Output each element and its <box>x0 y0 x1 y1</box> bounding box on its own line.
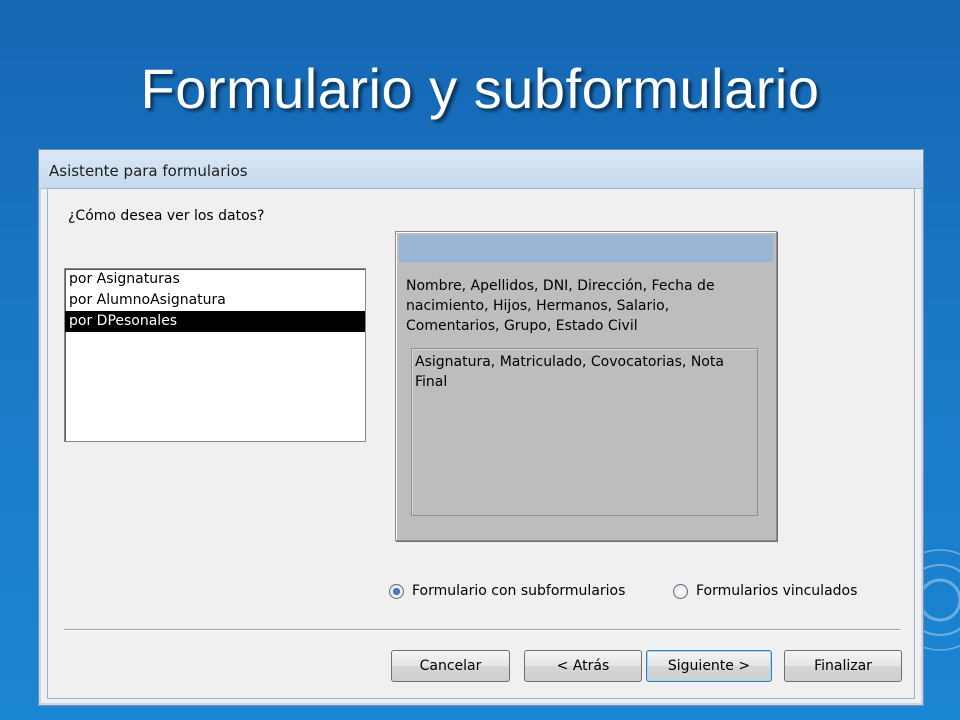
radio-subforms-label: Formulario con subformularios <box>412 583 626 599</box>
separator <box>64 629 900 631</box>
view-options-listbox[interactable]: por Asignaturas por AlumnoAsignatura por… <box>64 268 366 442</box>
radio-button[interactable] <box>673 583 688 599</box>
form-wizard-dialog: Asistente para formularios ¿Cómo desea v… <box>38 149 924 706</box>
list-item-selected[interactable]: por DPesonales <box>65 311 365 332</box>
dialog-title: Asistente para formularios <box>49 162 248 180</box>
list-item[interactable]: por AlumnoAsignatura <box>65 290 365 311</box>
list-item[interactable]: por Asignaturas <box>65 269 365 290</box>
question-label: ¿Cómo desea ver los datos? <box>68 208 265 224</box>
layout-preview: Nombre, Apellidos, DNI, Dirección, Fecha… <box>395 231 777 541</box>
radio-linked-label: Formularios vinculados <box>696 583 858 599</box>
slide-title: Formulario y subformulario <box>140 57 820 120</box>
back-button[interactable]: < Atrás <box>524 650 642 682</box>
preview-main-fields: Nombre, Apellidos, DNI, Dirección, Fecha… <box>406 278 715 334</box>
finish-button[interactable]: Finalizar <box>784 650 902 682</box>
next-button[interactable]: Siguiente > <box>646 650 772 682</box>
radio-button-checked[interactable] <box>389 583 404 599</box>
radio-linked-forms[interactable]: Formularios vinculados <box>673 583 857 599</box>
radio-subforms[interactable]: Formulario con subformularios <box>389 583 625 599</box>
dialog-body: ¿Cómo desea ver los datos? por Asignatur… <box>47 188 915 699</box>
preview-header-bar <box>399 235 773 262</box>
cancel-button[interactable]: Cancelar <box>391 650 510 682</box>
preview-subform-box: Asignatura, Matriculado, Covocatorias, N… <box>411 348 758 516</box>
dialog-titlebar[interactable]: Asistente para formularios <box>39 150 923 189</box>
preview-subform-fields: Asignatura, Matriculado, Covocatorias, N… <box>415 354 724 390</box>
